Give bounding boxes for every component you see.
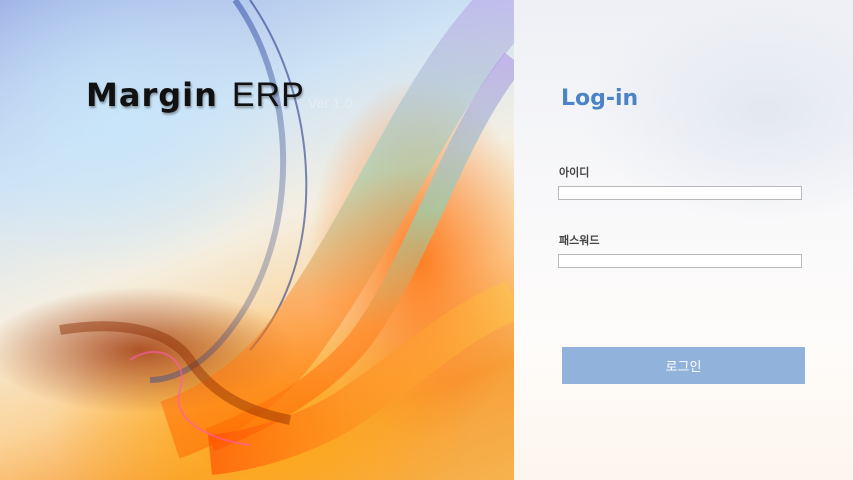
login-title: Log-in [561,86,639,111]
login-button[interactable]: 로그인 [562,347,805,384]
brand-logo: Margin ERP [86,76,305,115]
password-input[interactable] [558,254,802,268]
brand-suffix: ERP [231,76,305,114]
id-input[interactable] [558,186,802,200]
brand-name: Margin [86,76,218,114]
password-label: 패스워드 [559,234,600,247]
background-artwork [0,0,514,480]
swirl-artwork [59,0,514,475]
version-label: Ver 1.0 [308,95,353,111]
id-label: 아이디 [559,166,590,179]
